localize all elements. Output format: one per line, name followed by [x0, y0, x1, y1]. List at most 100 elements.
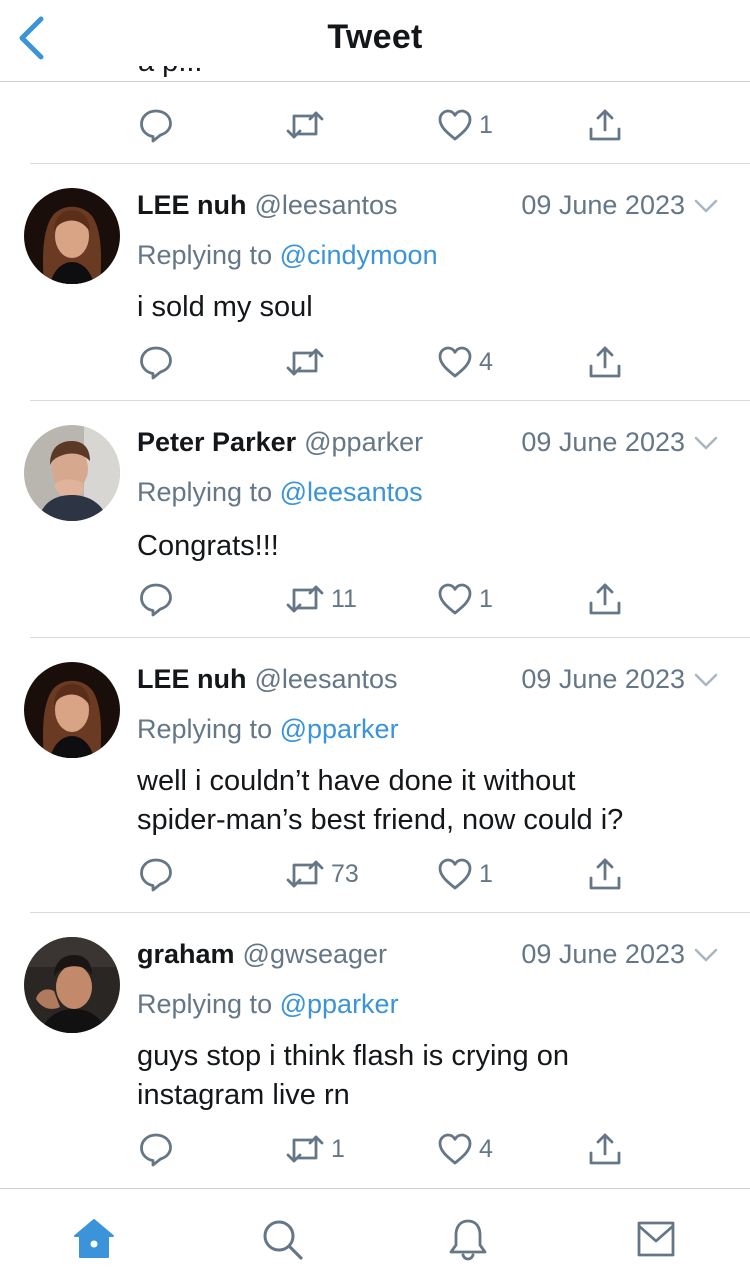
avatar[interactable]	[24, 425, 120, 521]
share-button[interactable]	[587, 1131, 623, 1167]
retweet-button[interactable]	[285, 107, 325, 143]
divider	[30, 912, 750, 913]
reply-icon	[138, 581, 174, 617]
tweet-date: 09 June 2023	[521, 427, 685, 457]
like-count: 1	[479, 859, 493, 888]
reply-button[interactable]	[138, 581, 174, 617]
retweet-icon	[285, 107, 325, 143]
reply-button[interactable]	[138, 856, 174, 892]
replying-to: Replying to @pparker	[137, 989, 399, 1019]
share-icon	[587, 581, 623, 617]
tweet-author[interactable]: graham @gwseager	[137, 939, 387, 973]
avatar[interactable]	[24, 937, 120, 1033]
share-icon	[587, 856, 623, 892]
tab-bar	[0, 1188, 750, 1288]
mention-link[interactable]: @leesantos	[280, 477, 423, 507]
like-button[interactable]: 1	[437, 856, 493, 892]
share-icon	[587, 344, 623, 380]
reply-icon	[138, 107, 174, 143]
share-icon	[587, 1131, 623, 1167]
tweet-date: 09 June 2023	[521, 190, 685, 220]
mention-link[interactable]: @pparker	[280, 989, 399, 1019]
retweet-icon	[285, 344, 325, 380]
reply-icon	[138, 1131, 174, 1167]
like-count: 4	[479, 1134, 493, 1163]
replying-to: Replying to @pparker	[137, 714, 399, 744]
author-handle: @leesantos	[254, 664, 398, 694]
tweet-text: Congrats!!!	[137, 530, 279, 562]
chevron-down-icon[interactable]	[694, 199, 718, 213]
share-button[interactable]	[587, 344, 623, 380]
divider	[30, 637, 750, 638]
page-title: Tweet	[327, 18, 423, 56]
heart-icon	[437, 108, 473, 142]
divider	[30, 163, 750, 164]
reply-icon	[138, 856, 174, 892]
like-count: 1	[479, 110, 493, 139]
author-handle: @pparker	[304, 427, 424, 457]
tab-notifications[interactable]	[444, 1215, 492, 1263]
reply-icon	[138, 344, 174, 380]
reply-button[interactable]	[138, 344, 174, 380]
like-button[interactable]: 4	[437, 1131, 493, 1167]
tweet-date: 09 June 2023	[521, 939, 685, 969]
retweet-button[interactable]	[285, 344, 325, 380]
retweet-button[interactable]: 73	[285, 856, 359, 892]
tweet-date: 09 June 2023	[521, 664, 685, 694]
heart-icon	[437, 582, 473, 616]
replying-to: Replying to @cindymoon	[137, 240, 438, 270]
heart-icon	[437, 345, 473, 379]
retweet-icon	[285, 581, 325, 617]
like-count: 1	[479, 584, 493, 613]
chevron-down-icon[interactable]	[694, 673, 718, 687]
mail-icon	[637, 1221, 675, 1257]
share-icon	[587, 107, 623, 143]
bell-icon	[449, 1219, 487, 1261]
home-icon	[74, 1219, 114, 1258]
retweet-button[interactable]: 11	[285, 581, 357, 617]
retweet-count: 73	[331, 859, 359, 888]
divider	[30, 400, 750, 401]
retweet-icon	[285, 856, 325, 892]
share-button[interactable]	[587, 107, 623, 143]
like-button[interactable]: 1	[437, 581, 493, 617]
like-button[interactable]: 4	[437, 344, 493, 380]
tab-search[interactable]	[258, 1215, 306, 1263]
tweet-author[interactable]: Peter Parker @pparker	[137, 427, 423, 461]
author-name: LEE nuh	[137, 190, 247, 220]
author-name: LEE nuh	[137, 664, 247, 694]
tweet-text-cutoff: a p...	[138, 66, 288, 82]
tweet-author[interactable]: LEE nuh @leesantos	[137, 190, 398, 224]
author-handle: @gwseager	[242, 939, 388, 969]
tab-messages[interactable]	[632, 1215, 680, 1263]
chevron-down-icon[interactable]	[694, 948, 718, 962]
chevron-down-icon[interactable]	[694, 436, 718, 450]
heart-icon	[437, 1132, 473, 1166]
mention-link[interactable]: @pparker	[280, 714, 399, 744]
reply-button[interactable]	[138, 107, 174, 143]
reply-button[interactable]	[138, 1131, 174, 1167]
replying-to: Replying to @leesantos	[137, 477, 423, 507]
like-button[interactable]: 1	[437, 107, 493, 143]
retweet-count: 1	[331, 1134, 345, 1163]
tweet-text: i sold my soul	[137, 291, 313, 323]
navigation-header: Tweet	[0, 0, 750, 82]
avatar[interactable]	[24, 662, 120, 758]
search-icon	[263, 1220, 303, 1260]
mention-link[interactable]: @cindymoon	[280, 240, 438, 270]
retweet-count: 11	[331, 584, 357, 613]
retweet-button[interactable]: 1	[285, 1131, 345, 1167]
tweet-author[interactable]: LEE nuh @leesantos	[137, 664, 398, 698]
tweet-text: well i couldn’t have done it without spi…	[137, 765, 624, 836]
avatar[interactable]	[24, 188, 120, 284]
share-button[interactable]	[587, 856, 623, 892]
like-count: 4	[479, 347, 493, 376]
author-handle: @leesantos	[254, 190, 398, 220]
author-name: graham	[137, 939, 235, 969]
author-name: Peter Parker	[137, 427, 297, 457]
tab-home[interactable]	[70, 1215, 118, 1263]
heart-icon	[437, 857, 473, 891]
retweet-icon	[285, 1131, 325, 1167]
tweet-text: guys stop i think flash is crying on ins…	[137, 1040, 569, 1111]
share-button[interactable]	[587, 581, 623, 617]
